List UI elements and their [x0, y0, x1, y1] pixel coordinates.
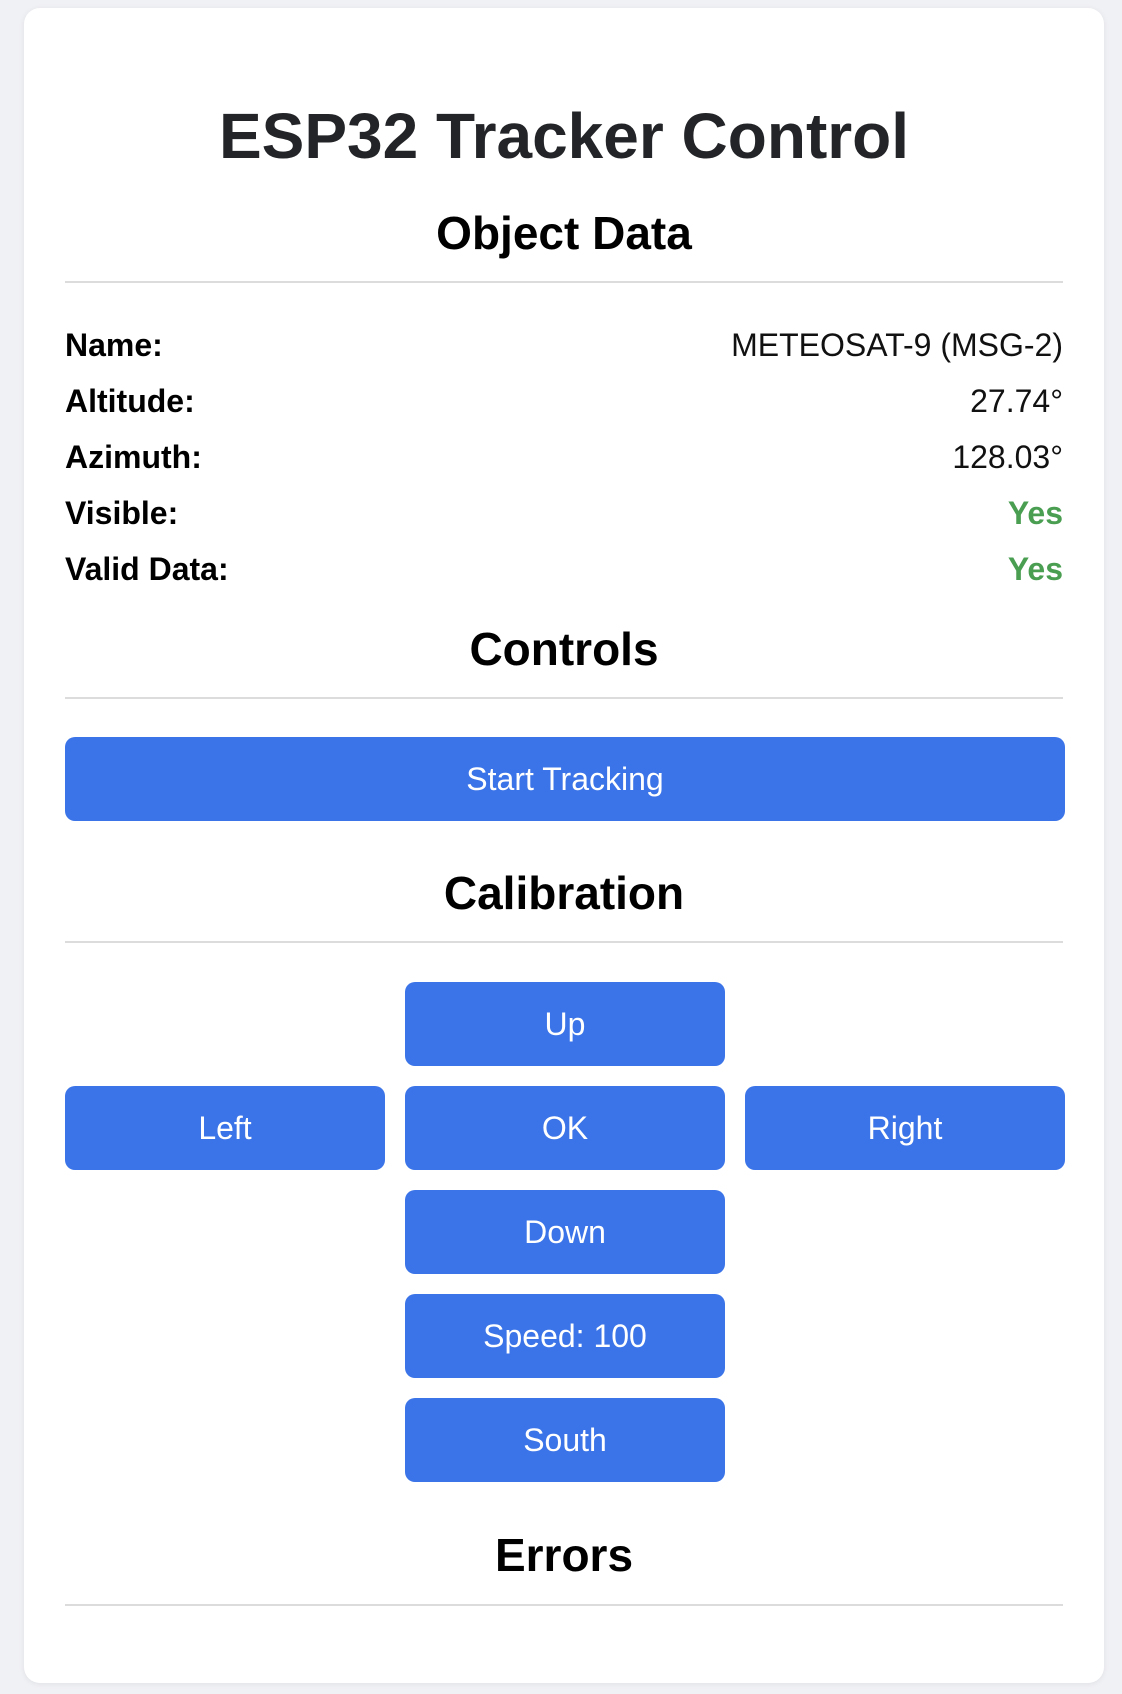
data-row-visible: Visible: Yes — [65, 485, 1063, 541]
calibration-pad: Up Left OK Right Down Speed: 100 South — [65, 982, 1065, 1482]
controls-heading: Controls — [469, 623, 659, 675]
name-label: Name: — [65, 326, 163, 363]
calibration-divider — [65, 941, 1063, 943]
visible-value: Yes — [1007, 494, 1063, 531]
ok-button[interactable]: OK — [405, 1086, 725, 1170]
errors-divider — [65, 1604, 1063, 1606]
right-button[interactable]: Right — [745, 1086, 1065, 1170]
data-row-altitude: Altitude: 27.74° — [65, 373, 1063, 429]
azimuth-label: Azimuth: — [65, 438, 202, 475]
object-data-list: Name: METEOSAT-9 (MSG-2) Altitude: 27.74… — [65, 317, 1063, 597]
up-button[interactable]: Up — [405, 982, 725, 1066]
visible-label: Visible: — [65, 494, 179, 531]
errors-heading: Errors — [494, 1529, 634, 1581]
speed-button[interactable]: Speed: 100 — [405, 1294, 725, 1378]
data-row-valid-data: Valid Data: Yes — [65, 541, 1063, 597]
controls-divider — [65, 697, 1063, 699]
tracker-control-card: ESP32 Tracker Control Object Data Name: … — [24, 8, 1104, 1683]
south-button[interactable]: South — [405, 1398, 725, 1482]
data-row-name: Name: METEOSAT-9 (MSG-2) — [65, 317, 1063, 373]
object-data-divider — [65, 281, 1063, 283]
calibration-heading: Calibration — [443, 867, 685, 919]
down-button[interactable]: Down — [405, 1190, 725, 1274]
left-button[interactable]: Left — [65, 1086, 385, 1170]
start-tracking-button[interactable]: Start Tracking — [65, 737, 1065, 821]
name-value: METEOSAT-9 (MSG-2) — [731, 326, 1063, 363]
altitude-value: 27.74° — [970, 382, 1063, 419]
data-row-azimuth: Azimuth: 128.03° — [65, 429, 1063, 485]
page-title: ESP32 Tracker Control — [218, 100, 910, 172]
valid-data-label: Valid Data: — [65, 550, 229, 587]
valid-data-value: Yes — [1007, 550, 1063, 587]
azimuth-value: 128.03° — [952, 438, 1063, 475]
object-data-heading: Object Data — [436, 207, 692, 259]
altitude-label: Altitude: — [65, 382, 195, 419]
